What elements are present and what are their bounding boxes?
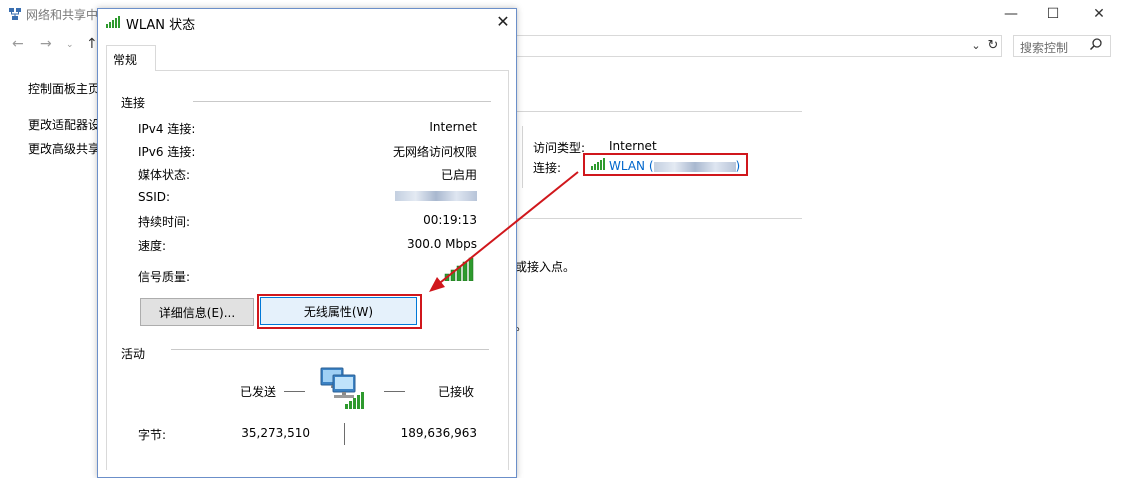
annotation-arrow xyxy=(429,171,579,292)
